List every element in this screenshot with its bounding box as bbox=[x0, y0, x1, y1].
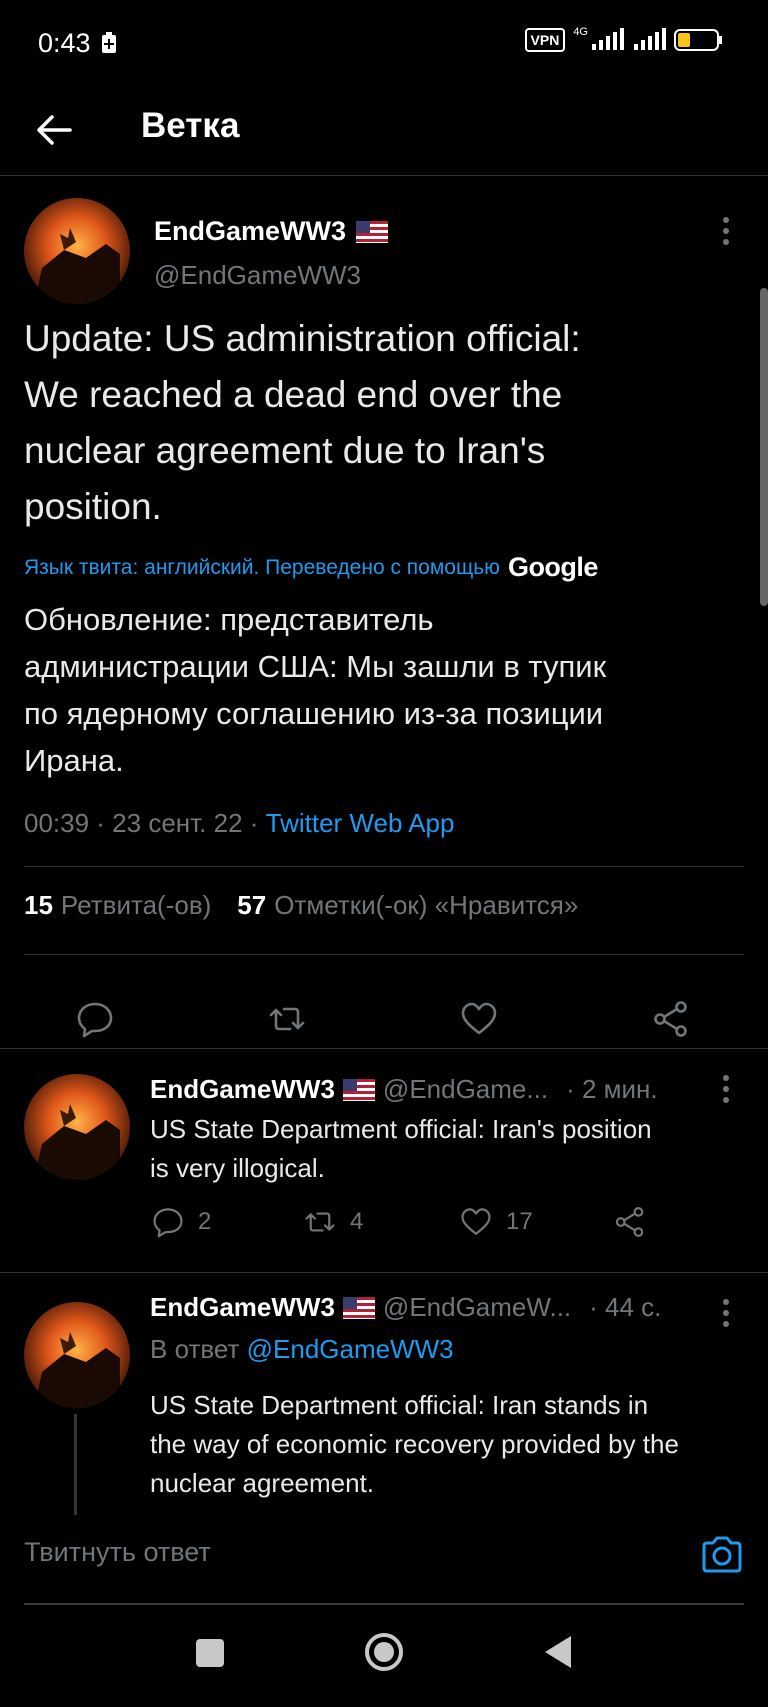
reply-header: EndGameWW3 @EndGame... · 2 мин. bbox=[150, 1074, 658, 1105]
retweets-count[interactable]: 15 bbox=[24, 890, 53, 920]
reply-text-line: the way of economic recovery provided by… bbox=[150, 1429, 679, 1459]
author-handle[interactable]: @EndGameW... bbox=[383, 1292, 571, 1323]
share-icon[interactable] bbox=[614, 1206, 646, 1238]
reply-input[interactable]: Твитнуть ответ bbox=[24, 1537, 211, 1568]
recents-button[interactable] bbox=[194, 1637, 226, 1669]
replying-to: В ответ @EndGameWW3 bbox=[150, 1334, 454, 1365]
more-vertical-icon[interactable] bbox=[722, 216, 730, 246]
translated-text-line: администрации США: Мы зашли в тупик bbox=[24, 649, 607, 684]
reply-text-line: is very illogical. bbox=[150, 1153, 325, 1183]
retweets-stat[interactable]: 15 Ретвита(-ов) bbox=[24, 890, 211, 921]
share-icon[interactable] bbox=[652, 1000, 690, 1038]
translated-text-line: Ирана. bbox=[24, 743, 124, 778]
avatar[interactable] bbox=[24, 198, 130, 304]
source-link[interactable]: Twitter Web App bbox=[266, 808, 455, 838]
reply-text-line: nuclear agreement. bbox=[150, 1468, 375, 1498]
replying-to-mention[interactable]: @EndGameWW3 bbox=[247, 1334, 454, 1364]
reply-tweet[interactable]: EndGameWW3 @EndGame... · 2 мин. US State… bbox=[0, 1048, 768, 1272]
timestamp-text: 00:39 · 23 сент. 22 · bbox=[24, 808, 266, 838]
retweet-icon[interactable] bbox=[268, 1000, 306, 1038]
thread-connector bbox=[74, 1414, 77, 1515]
heart-icon[interactable] bbox=[460, 1206, 492, 1238]
battery-icon bbox=[674, 29, 722, 51]
back-button[interactable] bbox=[541, 1633, 573, 1671]
author-name[interactable]: EndGameWW3 bbox=[154, 216, 389, 247]
signal-icon-2 bbox=[634, 28, 666, 50]
retweets-label[interactable]: Ретвита(-ов) bbox=[61, 890, 211, 920]
translated-text-line: по ядерному соглашению из-за позиции bbox=[24, 696, 604, 731]
retweet-count: 4 bbox=[350, 1208, 364, 1235]
reply-time: · 2 мин. bbox=[566, 1074, 658, 1104]
reply-actions: 2 4 17 bbox=[150, 1206, 750, 1246]
us-flag-icon bbox=[356, 220, 389, 243]
share-action[interactable] bbox=[614, 1206, 646, 1238]
arrow-left-icon[interactable] bbox=[34, 110, 74, 150]
reply-count: 2 bbox=[198, 1208, 212, 1235]
reply-composer[interactable]: Твитнуть ответ bbox=[0, 1515, 768, 1605]
reply-time: · 44 с. bbox=[589, 1292, 662, 1322]
replying-to-label: В ответ bbox=[150, 1334, 240, 1364]
status-bar: 0:43 VPN 4G bbox=[0, 0, 768, 88]
author-name[interactable]: EndGameWW3 bbox=[150, 1074, 335, 1105]
tweet-text-line: position. bbox=[24, 486, 162, 527]
status-time: 0:43 bbox=[38, 28, 91, 58]
reply-text-line: US State Department official: Iran stand… bbox=[150, 1390, 649, 1420]
retweet-icon[interactable] bbox=[304, 1206, 336, 1238]
more-vertical-icon[interactable] bbox=[722, 1074, 730, 1104]
network-type: 4G bbox=[573, 26, 588, 38]
tweet-text-line: We reached a dead end over the bbox=[24, 374, 563, 415]
home-button[interactable] bbox=[363, 1631, 405, 1673]
heart-icon[interactable] bbox=[460, 1000, 498, 1038]
reply-bubble-icon[interactable] bbox=[152, 1206, 184, 1238]
reply-text-line: US State Department official: Iran's pos… bbox=[150, 1114, 652, 1144]
system-nav-bar bbox=[0, 1605, 768, 1707]
translation-notice-text[interactable]: Язык твита: английский. Переведено с пом… bbox=[24, 556, 500, 580]
reply-text: US State Department official: Iran's pos… bbox=[150, 1110, 746, 1188]
author-name[interactable]: EndGameWW3 bbox=[150, 1292, 335, 1323]
retweet-action[interactable]: 4 bbox=[304, 1206, 363, 1238]
top-app-bar: Ветка bbox=[0, 88, 768, 176]
author-name-text[interactable]: EndGameWW3 bbox=[154, 216, 346, 247]
reply-tweet[interactable]: EndGameWW3 @EndGameW... · 44 с. В ответ … bbox=[0, 1272, 768, 1515]
signal-icon bbox=[592, 28, 624, 50]
camera-icon[interactable] bbox=[700, 1533, 744, 1577]
engagement-stats: 15 Ретвита(-ов) 57 Отметки(-ок) «Нравится» bbox=[24, 890, 578, 921]
author-handle[interactable]: @EndGameWW3 bbox=[154, 260, 361, 291]
tweet-text-line: Update: US administration official: bbox=[24, 318, 581, 359]
divider bbox=[24, 954, 744, 955]
reply-bubble-icon[interactable] bbox=[76, 1000, 114, 1038]
divider bbox=[24, 866, 744, 867]
avatar[interactable] bbox=[24, 1302, 130, 1408]
translated-text-line: Обновление: представитель bbox=[24, 602, 434, 637]
like-count: 17 bbox=[506, 1208, 533, 1235]
like-action[interactable]: 17 bbox=[460, 1206, 533, 1238]
vpn-badge: VPN bbox=[524, 28, 566, 52]
us-flag-icon bbox=[342, 1296, 375, 1319]
translated-text: Обновление: представитель администрации … bbox=[24, 596, 744, 784]
battery-saver-icon bbox=[102, 32, 116, 53]
tweet-timestamp: 00:39 · 23 сент. 22 · Twitter Web App bbox=[24, 808, 454, 839]
more-vertical-icon[interactable] bbox=[722, 1298, 730, 1328]
scrollbar-thumb[interactable] bbox=[760, 288, 768, 606]
likes-stat[interactable]: 57 Отметки(-ок) «Нравится» bbox=[237, 890, 578, 921]
likes-count[interactable]: 57 bbox=[237, 890, 266, 920]
reply-header: EndGameWW3 @EndGameW... · 44 с. bbox=[150, 1292, 661, 1323]
author-handle[interactable]: @EndGame... bbox=[383, 1074, 548, 1105]
likes-label[interactable]: Отметки(-ок) «Нравится» bbox=[274, 890, 578, 920]
translation-notice[interactable]: Язык твита: английский. Переведено с пом… bbox=[24, 552, 598, 583]
status-indicators: VPN 4G bbox=[524, 26, 724, 52]
us-flag-icon bbox=[342, 1078, 375, 1101]
avatar[interactable] bbox=[24, 1074, 130, 1180]
page-title: Ветка bbox=[141, 106, 240, 145]
reply-action[interactable]: 2 bbox=[152, 1206, 211, 1238]
tweet-text-line: nuclear agreement due to Iran's bbox=[24, 430, 546, 471]
tweet-text: Update: US administration official: We r… bbox=[24, 311, 744, 535]
reply-text: US State Department official: Iran stand… bbox=[150, 1386, 746, 1503]
google-logo: Google bbox=[507, 552, 599, 582]
